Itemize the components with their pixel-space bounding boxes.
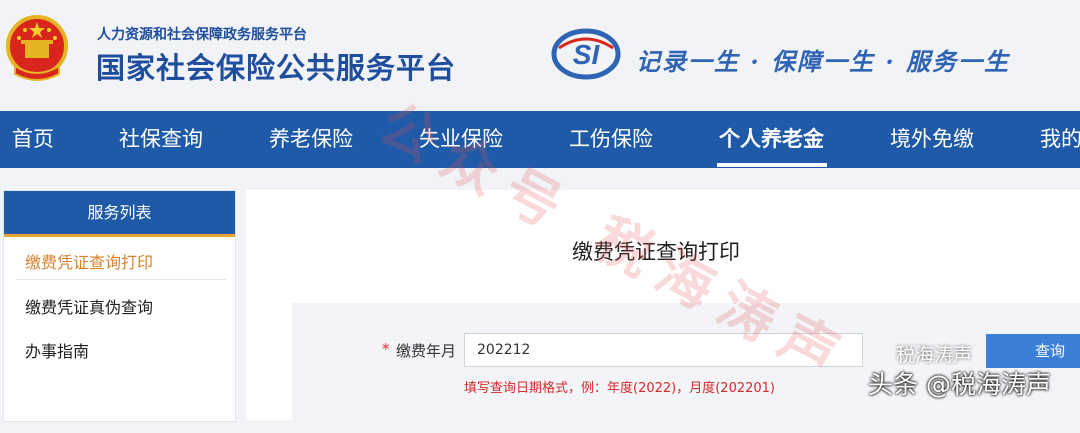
site-subtitle: 人力资源和社会保障政务服务平台	[97, 27, 307, 43]
page-title: 缴费凭证查询打印	[572, 240, 740, 264]
payment-month-input[interactable]	[464, 333, 863, 367]
date-format-hint: 填写查询日期格式，例：年度(2022)，月度(202201)	[464, 381, 775, 396]
si-logo-text: SI	[573, 39, 601, 70]
nav-item-personal-pension[interactable]: 个人养老金	[719, 111, 824, 168]
watermark-badge: 头条 @税海涛声	[868, 370, 1051, 399]
payment-month-label: 缴费年月	[396, 342, 457, 360]
sidebar-item-voucher-verify[interactable]: 缴费凭证真伪查询	[25, 294, 225, 318]
nav-item-si-query[interactable]: 社保查询	[119, 111, 203, 168]
sidebar-item-guide[interactable]: 办事指南	[25, 338, 225, 362]
social-insurance-logo-icon: SI	[551, 28, 621, 80]
site-slogan: 记录一生 · 保障一生 · 服务一生	[636, 47, 1011, 76]
query-button[interactable]: 查询	[986, 334, 1080, 368]
site-title[interactable]: 国家社会保险公共服务平台	[96, 45, 456, 87]
nav-item-overseas-exemption[interactable]: 境外免缴	[890, 111, 974, 168]
national-emblem-icon	[6, 15, 68, 81]
nav-item-injury-insurance[interactable]: 工伤保险	[569, 111, 653, 168]
nav-item-mine[interactable]: 我的	[1040, 111, 1080, 168]
required-mark: *	[382, 340, 390, 358]
nav-item-home[interactable]: 首页	[12, 111, 54, 168]
sidebar-item-voucher-print[interactable]: 缴费凭证查询打印	[25, 249, 225, 273]
sidebar-header: 服务列表	[4, 191, 235, 237]
site-header: 人力资源和社会保障政务服务平台 国家社会保险公共服务平台 SI 记录一生 · 保…	[0, 0, 1080, 111]
main-nav: 首页 社保查询 养老保险 失业保险 工伤保险 个人养老金 境外免缴 我的	[0, 111, 1080, 168]
nav-item-pension-insurance[interactable]: 养老保险	[269, 111, 353, 168]
nav-item-unemployment-insurance[interactable]: 失业保险	[419, 111, 503, 168]
sidebar-divider	[16, 279, 226, 280]
service-sidebar: 服务列表 缴费凭证查询打印 缴费凭证真伪查询 办事指南	[3, 190, 236, 422]
watermark-small: 税海涛声	[896, 344, 973, 366]
nav-active-indicator	[717, 163, 827, 167]
